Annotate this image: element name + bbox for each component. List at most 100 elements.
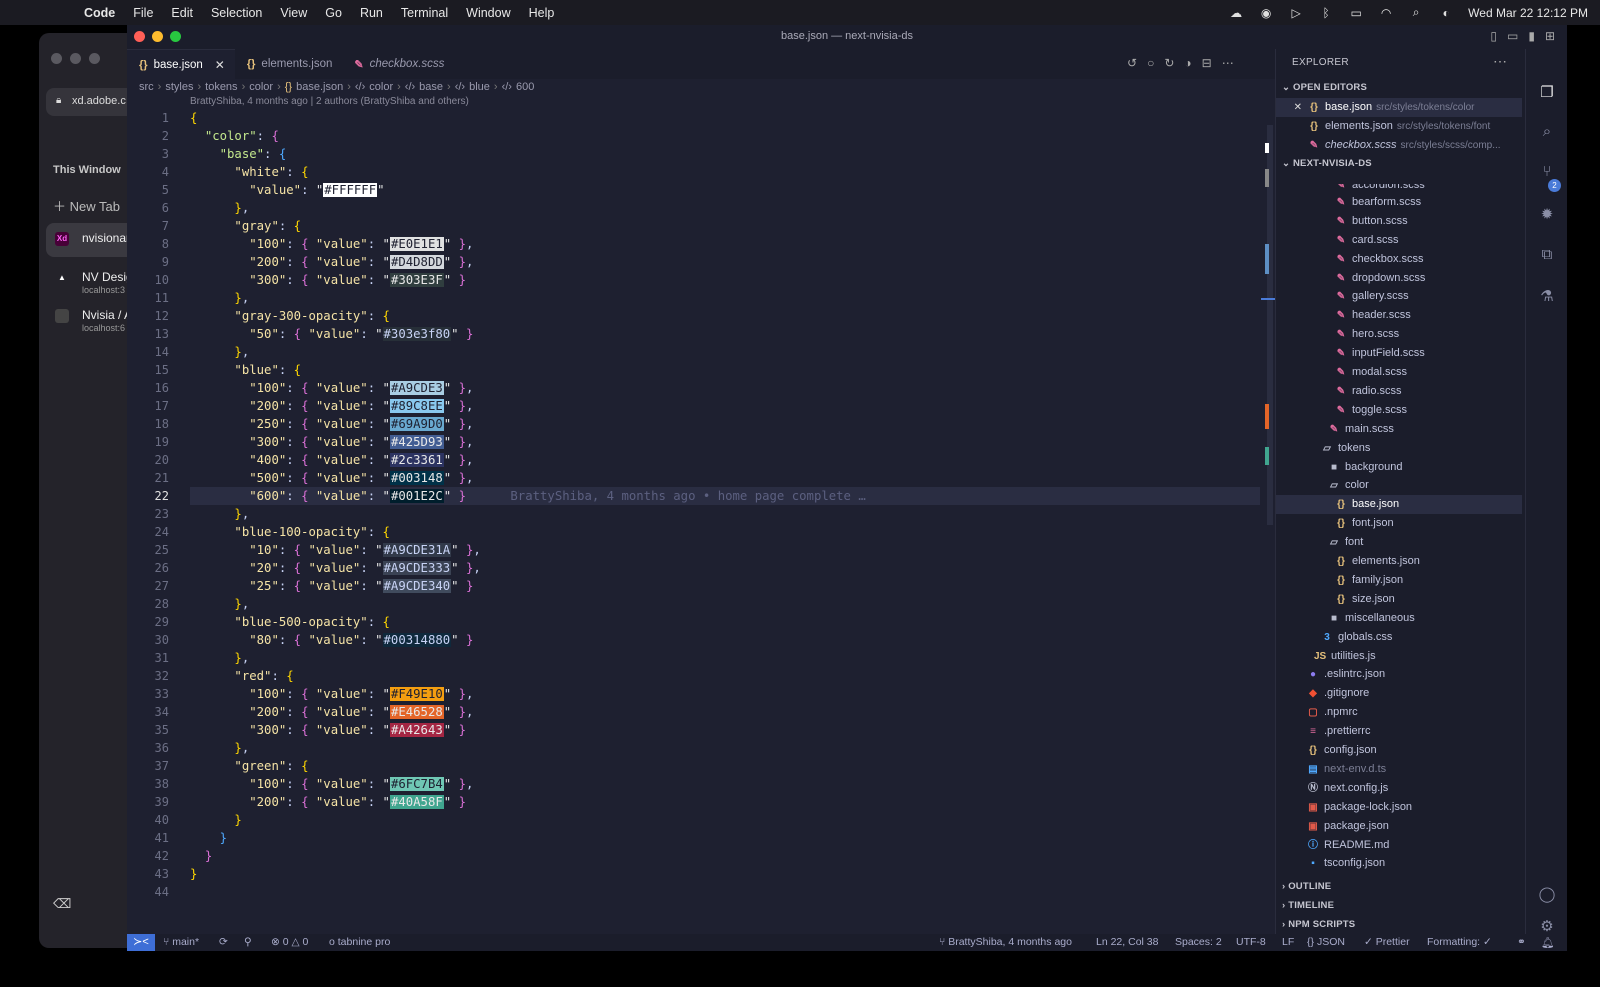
code-line[interactable]: "value": "#FFFFFF" — [190, 181, 1260, 199]
github-icon[interactable]: ◉ — [1258, 6, 1274, 20]
tree-item[interactable]: ✎ dropdown.scss — [1276, 269, 1522, 288]
menu-help[interactable]: Help — [529, 6, 555, 20]
breadcrumb-item[interactable]: 600 — [516, 81, 534, 93]
circle-icon[interactable]: ○ — [1147, 56, 1154, 70]
code-line[interactable]: "200": { "value": "#40A58F" } — [190, 793, 1260, 811]
tree-item[interactable]: ✎ accordion.scss — [1276, 184, 1522, 192]
outline-section[interactable]: › OUTLINE — [1282, 881, 1331, 892]
color-swatch[interactable]: #40A58F — [389, 795, 444, 809]
language-status[interactable]: {} JSON — [1307, 936, 1345, 948]
code-line[interactable]: } — [190, 829, 1260, 847]
formatting-status[interactable]: Formatting: ✓ — [1427, 936, 1492, 948]
code-line[interactable]: "blue-500-opacity": { — [190, 613, 1260, 631]
breadcrumb-item[interactable]: styles — [165, 81, 193, 93]
tree-item[interactable]: ◆ .gitignore — [1276, 684, 1522, 703]
split-editor-icon[interactable]: ⊟ — [1202, 56, 1212, 70]
tree-item[interactable]: ▣ package-lock.json — [1276, 798, 1522, 817]
prettier-status[interactable]: ✓ Prettier — [1364, 936, 1410, 948]
code-line[interactable]: }, — [190, 199, 1260, 217]
eol-status[interactable]: LF — [1282, 936, 1294, 948]
play-icon[interactable]: ▷ — [1288, 6, 1304, 20]
git-graph-icon[interactable]: ⚲ — [244, 936, 252, 948]
battery-icon[interactable]: ▭ — [1348, 6, 1364, 20]
browser-traffic-lights[interactable] — [51, 53, 100, 64]
tree-item[interactable]: ▤ next-env.d.ts — [1276, 760, 1522, 779]
tree-item[interactable]: {} elements.json — [1276, 552, 1522, 571]
code-line[interactable]: }, — [190, 289, 1260, 307]
tree-item[interactable]: {} family.json — [1276, 571, 1522, 590]
code-line[interactable]: "200": { "value": "#E46528" }, — [190, 703, 1260, 721]
color-swatch[interactable]: #A9CDE333 — [382, 561, 452, 575]
more-actions-icon[interactable]: ⋯ — [1222, 56, 1234, 70]
tree-item[interactable]: ✎ card.scss — [1276, 231, 1522, 250]
tree-item[interactable]: ✎ bearform.scss — [1276, 193, 1522, 212]
breadcrumb-item[interactable]: color — [249, 81, 273, 93]
tree-item[interactable]: ▢ .npmrc — [1276, 703, 1522, 722]
code-line[interactable]: "white": { — [190, 163, 1260, 181]
color-swatch[interactable]: #69A9D0 — [389, 417, 444, 431]
tree-item[interactable]: ✎ header.scss — [1276, 306, 1522, 325]
indentation-status[interactable]: Spaces: 2 — [1175, 936, 1222, 948]
menu-window[interactable]: Window — [466, 6, 510, 20]
npm-scripts-section[interactable]: › NPM SCRIPTS — [1282, 919, 1355, 930]
tree-item[interactable]: ✎ modal.scss — [1276, 363, 1522, 382]
debug-icon[interactable]: ✹ — [1537, 205, 1557, 225]
tree-item[interactable]: JS utilities.js — [1276, 647, 1522, 666]
breadcrumb-item[interactable]: color — [369, 81, 393, 93]
trash-icon[interactable]: ⌫ — [53, 896, 71, 912]
menu-view[interactable]: View — [280, 6, 307, 20]
breadcrumb-item[interactable]: src — [139, 81, 154, 93]
branch-status[interactable]: ⑂ main* — [163, 936, 199, 948]
sync-icon[interactable]: ⟳ — [219, 936, 228, 948]
color-swatch[interactable]: #425D93 — [389, 435, 444, 449]
new-tab-button[interactable]: ＋ New Tab — [53, 196, 120, 215]
code-line[interactable]: "250": { "value": "#69A9D0" }, — [190, 415, 1260, 433]
tree-item[interactable]: ■ background — [1276, 458, 1522, 477]
tree-item[interactable]: ■ miscellaneous — [1276, 609, 1522, 628]
menu-go[interactable]: Go — [325, 6, 342, 20]
bluetooth-icon[interactable]: ᛒ — [1318, 6, 1334, 20]
tree-item[interactable]: ⓘ README.md — [1276, 836, 1522, 855]
project-header[interactable]: ⌄ NEXT-NVISIA-DS — [1282, 158, 1372, 169]
color-swatch[interactable]: #E46528 — [389, 705, 444, 719]
toggle-secondary-sidebar-icon[interactable]: ▮ — [1528, 29, 1535, 43]
tree-item[interactable]: {} size.json — [1276, 590, 1522, 609]
color-swatch[interactable]: #A42643 — [389, 723, 444, 737]
code-line[interactable]: "color": { — [190, 127, 1260, 145]
tree-item[interactable]: ▱ tokens — [1276, 439, 1522, 458]
tree-item[interactable]: ▪ tsconfig.json — [1276, 854, 1522, 873]
color-swatch[interactable]: #00314880 — [382, 633, 452, 647]
tree-item[interactable]: ✎ toggle.scss — [1276, 401, 1522, 420]
menu-clock[interactable]: Wed Mar 22 12:12 PM — [1468, 6, 1588, 20]
search-icon[interactable]: ⌕ — [1537, 123, 1557, 143]
git-compare-icon[interactable]: ◑ — [1184, 56, 1191, 70]
code-line[interactable]: "red": { — [190, 667, 1260, 685]
open-editor-item[interactable]: {} elements.json src/styles/tokens/font — [1276, 117, 1522, 136]
tree-item[interactable]: ✎ button.scss — [1276, 212, 1522, 231]
code-line[interactable]: "50": { "value": "#303e3f80" } — [190, 325, 1260, 343]
tree-item[interactable]: ✎ gallery.scss — [1276, 287, 1522, 306]
go-back-icon[interactable]: ↺ — [1127, 56, 1137, 70]
toggle-sidebar-icon[interactable]: ▯ — [1490, 29, 1497, 43]
tab-checkbox-scss[interactable]: ✎ checkbox.scss — [342, 49, 454, 79]
code-line[interactable]: }, — [190, 739, 1260, 757]
blame-status[interactable]: ⑂ BrattyShiba, 4 months ago — [939, 936, 1072, 948]
open-editors-header[interactable]: ⌄ OPEN EDITORS — [1282, 82, 1367, 93]
extensions-icon[interactable]: ⧉ — [1537, 246, 1557, 266]
tree-item[interactable]: {} base.json — [1276, 495, 1522, 515]
tree-item[interactable]: 3 globals.css — [1276, 628, 1522, 647]
tabnine-status[interactable]: o tabnine pro — [329, 936, 390, 948]
close-icon[interactable]: ✕ — [215, 58, 225, 72]
code-line[interactable]: "100": { "value": "#6FC7B4" }, — [190, 775, 1260, 793]
tree-item[interactable]: Ⓝnext.config.js — [1276, 779, 1522, 798]
code-line[interactable]: "10": { "value": "#A9CDE31A" }, — [190, 541, 1260, 559]
tree-item[interactable]: ▱ color — [1276, 476, 1522, 495]
cursor-position[interactable]: Ln 22, Col 38 — [1096, 936, 1158, 948]
menu-selection[interactable]: Selection — [211, 6, 262, 20]
code-line[interactable]: "200": { "value": "#89C8EE" }, — [190, 397, 1260, 415]
code-line[interactable]: "200": { "value": "#D4D8DD" }, — [190, 253, 1260, 271]
code-line[interactable]: }, — [190, 595, 1260, 613]
code-line[interactable]: "20": { "value": "#A9CDE333" }, — [190, 559, 1260, 577]
code-editor[interactable]: { "color": { "base": { "white": { "value… — [190, 109, 1260, 901]
color-swatch[interactable]: #6FC7B4 — [389, 777, 444, 791]
